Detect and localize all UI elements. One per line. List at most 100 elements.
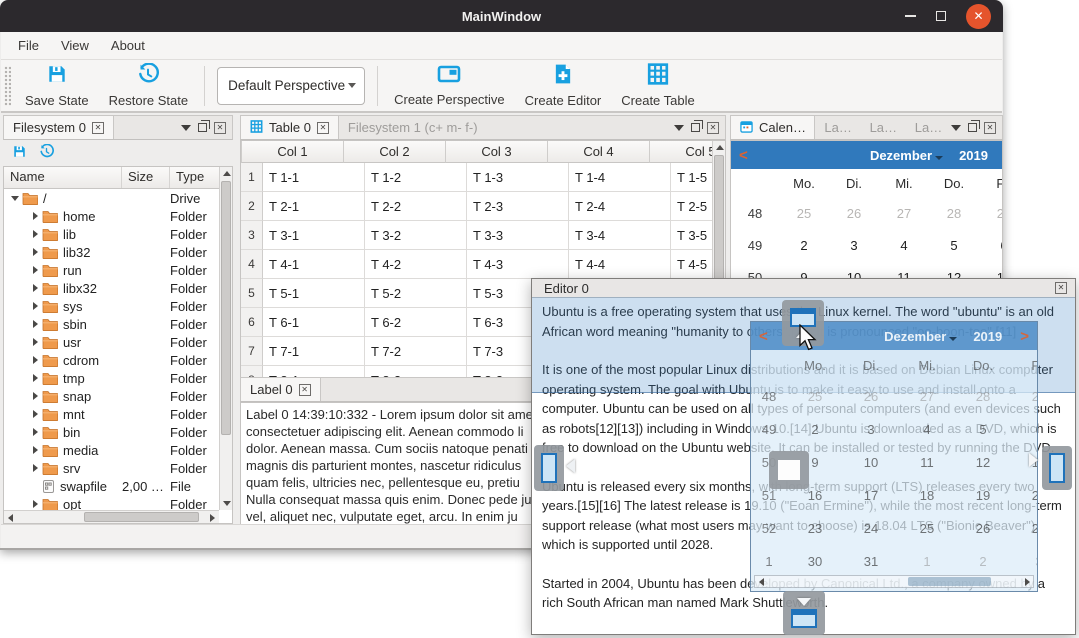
table-row[interactable]: libx32Folder [4,279,221,297]
title-bar[interactable]: MainWindow ✕ [0,0,1003,32]
calendar-year[interactable]: 2019 [959,148,988,163]
drop-indicator-left[interactable] [534,445,564,491]
calendar-day[interactable]: 27 [879,206,929,221]
table-row[interactable]: lib32Folder [4,243,221,261]
tab-filesystem-1[interactable]: Filesystem 1 (c+ m- f-) [339,116,487,139]
expander-open-icon[interactable] [8,196,22,201]
history-icon[interactable] [39,144,54,164]
calendar-day[interactable]: 4 [879,238,929,253]
toolbar-drag-handle[interactable] [4,66,11,106]
table-row[interactable]: runFolder [4,261,221,279]
table-cell[interactable]: T 3-3 [467,221,569,250]
table-cell[interactable]: T 5-2 [365,279,467,308]
table-row[interactable]: usrFolder [4,333,221,351]
table-cell[interactable]: T 4-4 [569,250,671,279]
column-header[interactable]: Col 5 [650,141,713,163]
table-cell[interactable]: T 3-5 [671,221,713,250]
create-editor-button[interactable]: Create Editor [515,62,612,110]
table-cell[interactable]: T 2-5 [671,192,713,221]
drop-indicator-center[interactable] [769,451,809,489]
column-header[interactable]: Col 3 [446,141,548,163]
calendar-day[interactable]: 6 [979,238,1003,253]
table-row[interactable]: cdromFolder [4,351,221,369]
row-number[interactable]: 5 [241,279,263,308]
dock-float-icon[interactable] [691,123,700,132]
table-cell[interactable]: T 1-2 [365,163,467,192]
tab-label-2[interactable]: La… [861,116,906,139]
table-cell[interactable]: T 3-1 [263,221,365,250]
expander-closed-icon[interactable] [28,410,42,418]
row-number[interactable]: 4 [241,250,263,279]
calendar-day[interactable]: 3 [829,238,879,253]
expander-closed-icon[interactable] [28,392,42,400]
expander-closed-icon[interactable] [28,356,42,364]
tab-close-icon[interactable]: ✕ [92,122,104,134]
table-cell[interactable]: T 3-4 [569,221,671,250]
menu-about[interactable]: About [100,34,156,57]
table-row[interactable]: swapfile2,00 …File [4,477,221,495]
table-cell[interactable]: T 2-3 [467,192,569,221]
tab-label-3[interactable]: La… [906,116,951,139]
editor-close-icon[interactable]: ✕ [1055,282,1067,294]
dock-close-icon[interactable]: ✕ [214,122,226,134]
table-cell[interactable]: T 4-3 [467,250,569,279]
table-row[interactable]: sbinFolder [4,315,221,333]
column-header[interactable]: Col 2 [344,141,446,163]
table-cell[interactable]: T 4-5 [671,250,713,279]
table-row[interactable]: libFolder [4,225,221,243]
row-number[interactable]: 3 [241,221,263,250]
tab-calendar[interactable]: Calen… [731,116,815,139]
table-cell[interactable]: T 1-3 [467,163,569,192]
tree-horizontal-scrollbar[interactable] [4,510,219,523]
row-number[interactable]: 2 [241,192,263,221]
column-header-name[interactable]: Name [4,167,122,188]
expander-closed-icon[interactable] [28,446,42,454]
calendar-month[interactable]: Dezember [870,148,932,163]
tab-close-icon[interactable]: ✕ [317,122,329,134]
save-state-button[interactable]: Save State [15,62,99,110]
drop-indicator-right[interactable] [1042,446,1072,490]
calendar-day[interactable]: 26 [829,206,879,221]
dock-float-icon[interactable] [198,123,207,132]
table-cell[interactable]: T 2-2 [365,192,467,221]
prev-month-icon[interactable]: < [739,147,748,164]
menu-view[interactable]: View [50,34,100,57]
table-cell[interactable]: T 1-1 [263,163,365,192]
tab-label-1[interactable]: La… [815,116,860,139]
table-cell[interactable]: T 2-1 [263,192,365,221]
expander-closed-icon[interactable] [28,230,42,238]
table-cell[interactable]: T 4-2 [365,250,467,279]
restore-state-button[interactable]: Restore State [99,62,199,110]
expander-closed-icon[interactable] [28,500,42,508]
table-row[interactable]: binFolder [4,423,221,441]
table-row[interactable]: mediaFolder [4,441,221,459]
calendar-day[interactable]: 29 [979,206,1003,221]
create-table-button[interactable]: Create Table [611,62,704,110]
table-cell[interactable]: T 3-2 [365,221,467,250]
table-row[interactable]: homeFolder [4,207,221,225]
editor-title-bar[interactable]: Editor 0 ✕ [532,279,1075,298]
drop-indicator-bottom[interactable] [783,591,825,635]
table-cell[interactable]: T 7-1 [263,337,365,366]
calendar-day[interactable]: 28 [929,206,979,221]
table-cell[interactable]: T 1-5 [671,163,713,192]
dock-float-icon[interactable] [968,123,977,132]
tab-filesystem-0[interactable]: Filesystem 0 ✕ [4,116,114,139]
tree-vertical-scrollbar[interactable] [219,167,232,510]
floppy-icon[interactable] [12,144,27,164]
calendar-day[interactable]: 2 [779,238,829,253]
dock-close-icon[interactable]: ✕ [984,122,996,134]
expander-closed-icon[interactable] [28,464,42,472]
expander-closed-icon[interactable] [28,266,42,274]
expander-closed-icon[interactable] [28,212,42,220]
table-row[interactable]: sysFolder [4,297,221,315]
calendar-day[interactable]: 5 [929,238,979,253]
calendar-day[interactable]: 25 [779,206,829,221]
expander-closed-icon[interactable] [28,284,42,292]
tab-close-icon[interactable]: ✕ [299,384,311,396]
table-row[interactable]: mntFolder [4,405,221,423]
dock-menu-icon[interactable] [674,125,684,131]
row-number[interactable]: 6 [241,308,263,337]
dock-menu-icon[interactable] [951,125,961,131]
create-perspective-button[interactable]: Create Perspective [384,62,515,110]
